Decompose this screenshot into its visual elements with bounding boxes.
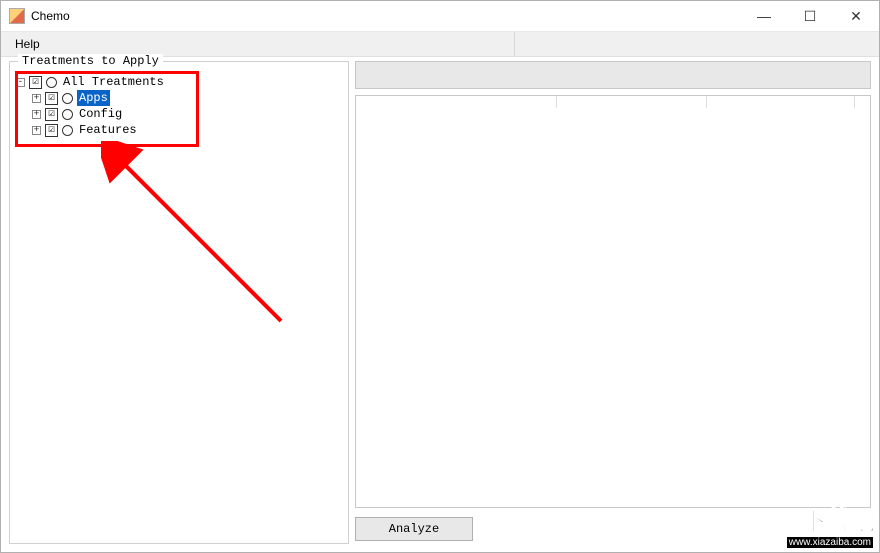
radio-icon[interactable] [46, 77, 57, 88]
expander-icon[interactable]: + [32, 110, 41, 119]
checkbox[interactable]: ☑ [45, 108, 58, 121]
radio-icon[interactable] [62, 125, 73, 136]
radio-icon[interactable] [62, 93, 73, 104]
analyze-button[interactable]: Analyze [355, 517, 473, 541]
expander-icon[interactable]: - [16, 78, 25, 87]
app-window: Chemo — ☐ ✕ Help Treatments to Apply - ☑… [0, 0, 880, 553]
right-pane: Analyze [355, 61, 871, 544]
tree-node-config[interactable]: + ☑ Config [16, 106, 342, 122]
checkbox[interactable]: ☑ [29, 76, 42, 89]
title-bar: Chemo — ☐ ✕ [1, 1, 879, 32]
tree-node-features[interactable]: + ☑ Features [16, 122, 342, 138]
bottom-button-row: Analyze [355, 514, 871, 544]
close-button[interactable]: ✕ [833, 1, 879, 31]
expander-icon[interactable]: + [32, 126, 41, 135]
radio-icon[interactable] [62, 109, 73, 120]
output-list[interactable] [355, 95, 871, 508]
tree-label[interactable]: Config [77, 106, 124, 122]
minimize-button[interactable]: — [741, 1, 787, 31]
checkbox[interactable]: ☑ [45, 92, 58, 105]
tree-node-apps[interactable]: + ☑ Apps [16, 90, 342, 106]
menu-help-label: Help [15, 37, 40, 51]
maximize-icon: ☐ [804, 8, 817, 25]
tree-label[interactable]: All Treatments [61, 74, 166, 90]
analyze-button-label: Analyze [389, 522, 439, 536]
window-title: Chemo [31, 9, 70, 23]
menu-help[interactable]: Help [7, 32, 515, 56]
checkbox[interactable]: ☑ [45, 124, 58, 137]
maximize-button[interactable]: ☐ [787, 1, 833, 31]
minimize-icon: — [757, 8, 771, 24]
client-area: Treatments to Apply - ☑ All Treatments +… [1, 57, 879, 552]
output-header-panel [355, 61, 871, 89]
groupbox-caption: Treatments to Apply [18, 54, 163, 68]
treatments-groupbox: Treatments to Apply - ☑ All Treatments +… [9, 61, 349, 544]
tree-label[interactable]: Apps [77, 90, 110, 106]
tree-label[interactable]: Features [77, 122, 139, 138]
close-icon: ✕ [850, 8, 862, 25]
expander-icon[interactable]: + [32, 94, 41, 103]
app-icon [9, 8, 25, 24]
treatments-tree[interactable]: - ☑ All Treatments + ☑ Apps + [16, 74, 342, 138]
tree-node-all-treatments[interactable]: - ☑ All Treatments [16, 74, 342, 90]
